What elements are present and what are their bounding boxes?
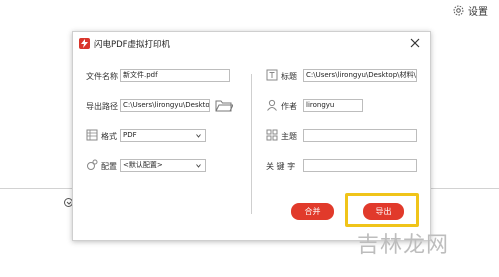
subject-input[interactable] bbox=[303, 129, 417, 142]
author-input[interactable]: lirongyu bbox=[303, 99, 363, 112]
virtual-printer-dialog: 闪电PDF虚拟打印机 文件名称 新文件.pdf 导出路径 C:\Users\li… bbox=[72, 31, 431, 241]
author-icon bbox=[267, 99, 277, 111]
subject-icon bbox=[266, 129, 278, 141]
chevron-down-icon bbox=[196, 164, 201, 168]
close-icon bbox=[410, 38, 420, 48]
config-select[interactable]: <默认配置> bbox=[120, 159, 206, 172]
title-label: 标题 bbox=[281, 72, 297, 81]
settings-label: 设置 bbox=[468, 7, 488, 18]
export-path-input[interactable]: C:\Users\lirongyu\Desktop bbox=[120, 99, 210, 112]
close-button[interactable] bbox=[410, 38, 420, 48]
chevron-down-icon bbox=[196, 134, 201, 138]
export-button-highlight bbox=[345, 193, 419, 227]
background-divider-right bbox=[430, 188, 499, 189]
dialog-titlebar: 闪电PDF虚拟打印机 bbox=[73, 32, 430, 54]
author-label: 作者 bbox=[281, 102, 297, 111]
title-input[interactable]: C:\Users\lirongyu\Desktop\材料\PDF合 bbox=[303, 69, 417, 82]
watermark-text: 吉林龙网 bbox=[357, 233, 450, 258]
filename-label: 文件名称 bbox=[86, 72, 118, 81]
config-select-value: <默认配置> bbox=[123, 161, 163, 169]
folder-icon[interactable] bbox=[215, 99, 233, 112]
column-divider bbox=[251, 74, 252, 214]
background-divider bbox=[0, 188, 72, 189]
keywords-label: 关 键 字 bbox=[266, 162, 296, 171]
filename-input[interactable]: 新文件.pdf bbox=[120, 69, 230, 82]
config-icon bbox=[87, 159, 98, 170]
format-select[interactable]: PDF bbox=[120, 129, 206, 142]
format-select-value: PDF bbox=[123, 131, 137, 139]
format-label: 格式 bbox=[101, 132, 117, 141]
app-logo-icon bbox=[79, 38, 90, 49]
subject-label: 主题 bbox=[281, 132, 297, 141]
gear-icon bbox=[453, 5, 464, 16]
settings-button[interactable]: 设置 bbox=[452, 3, 488, 18]
keywords-input[interactable] bbox=[303, 159, 417, 172]
merge-button[interactable]: 合并 bbox=[291, 203, 334, 220]
dialog-title: 闪电PDF虚拟打印机 bbox=[94, 40, 171, 50]
config-label: 配置 bbox=[101, 162, 117, 171]
format-icon bbox=[86, 129, 98, 141]
export-path-label: 导出路径 bbox=[86, 102, 118, 111]
title-icon bbox=[266, 69, 278, 81]
